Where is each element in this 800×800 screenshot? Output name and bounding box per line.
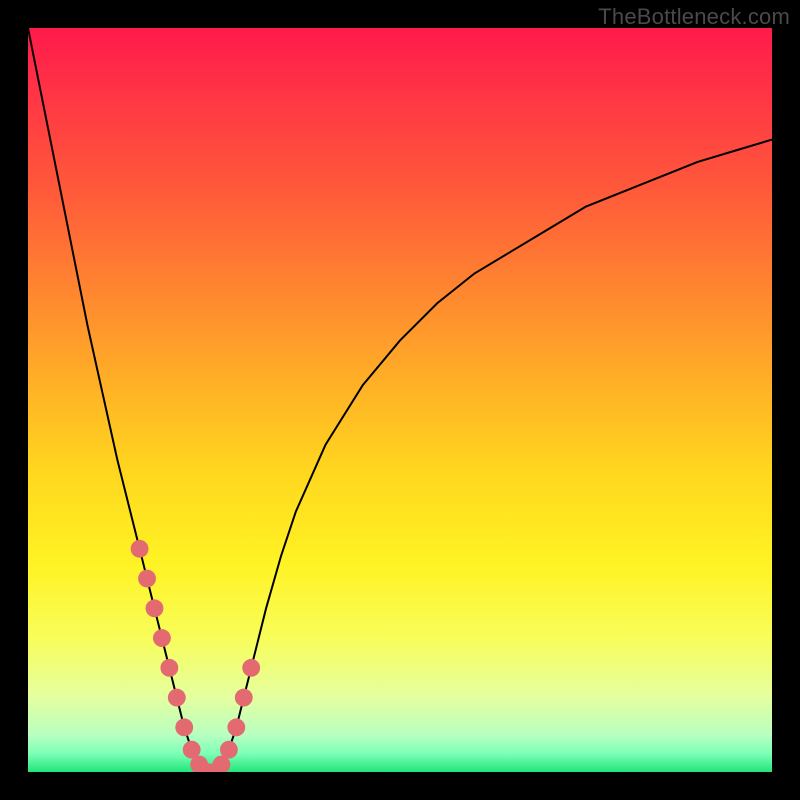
curve-marker (146, 599, 164, 617)
curve-marker (138, 570, 156, 588)
chart-background-gradient (28, 28, 772, 772)
curve-marker (235, 689, 253, 707)
curve-marker (131, 540, 149, 558)
curve-marker (220, 741, 238, 759)
curve-marker (153, 629, 171, 647)
chart-frame: TheBottleneck.com (0, 0, 800, 800)
curve-marker (175, 718, 193, 736)
watermark-label: TheBottleneck.com (598, 4, 790, 30)
curve-marker (227, 718, 245, 736)
curve-marker (160, 659, 178, 677)
curve-marker (168, 689, 186, 707)
curve-marker (242, 659, 260, 677)
chart-plot (28, 28, 772, 772)
